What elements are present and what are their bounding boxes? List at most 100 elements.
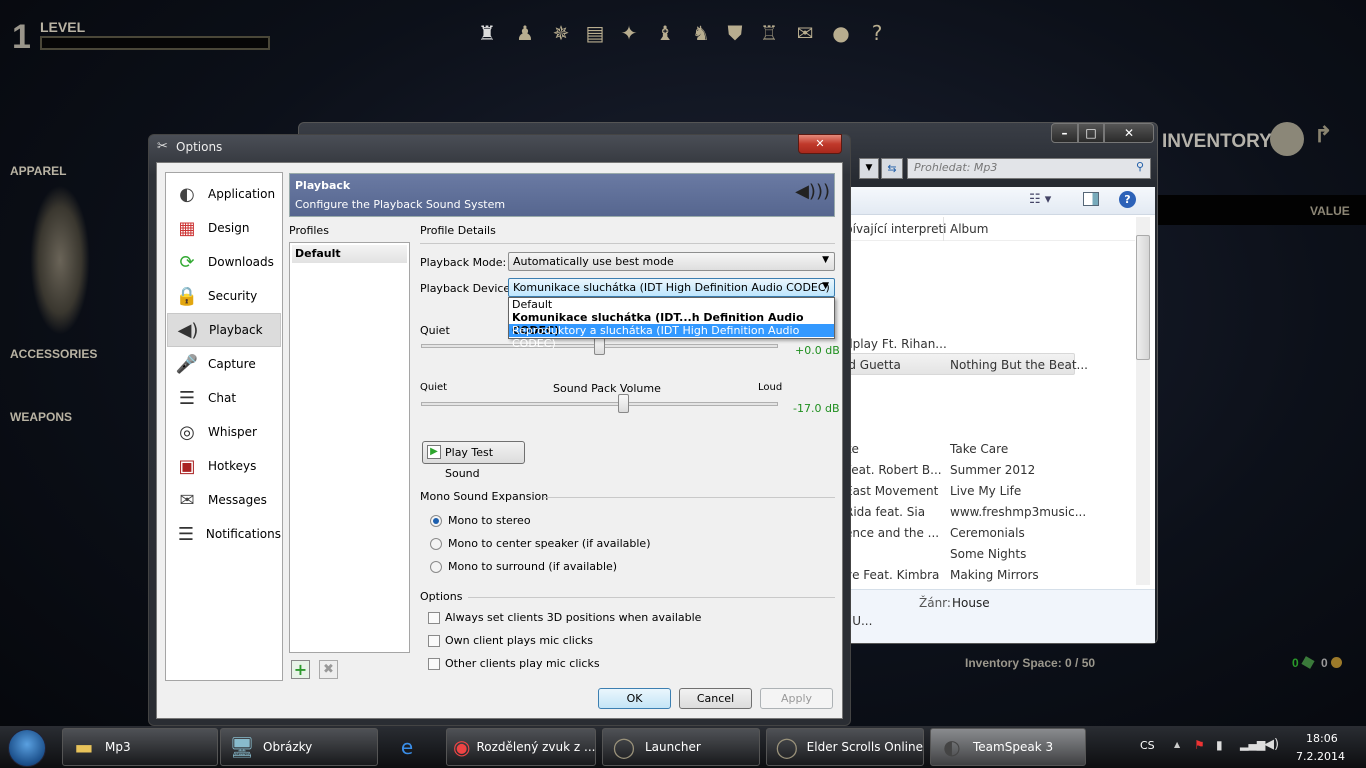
guild-icon[interactable]: ⛊	[722, 20, 748, 46]
view-options-icon[interactable]: ☷ ▾	[1029, 192, 1051, 207]
radio-mono-to-center-label[interactable]: Mono to center speaker (if available)	[448, 537, 651, 550]
help-icon[interactable]: ?	[1119, 191, 1136, 208]
sidebar-item-label: Playback	[209, 323, 263, 337]
checkbox-own-mic-clicks[interactable]	[428, 635, 440, 647]
value-column-header[interactable]: VALUE	[1310, 204, 1350, 218]
taskbar-item[interactable]: e	[386, 728, 440, 766]
skills-icon[interactable]: ✵	[548, 20, 574, 46]
column-header-artists[interactable]: pívající interpreti	[845, 222, 947, 236]
inventory-filter-icon[interactable]	[1270, 122, 1304, 156]
taskbar-item[interactable]: ◯ Elder Scrolls Online	[766, 728, 924, 766]
character-icon[interactable]: ♟	[512, 20, 538, 46]
sidebar-item-design[interactable]: ▦ Design	[167, 211, 281, 245]
checkbox-own-mic-clicks-label[interactable]: Own client plays mic clicks	[445, 634, 593, 647]
profiles-list: Default	[289, 242, 410, 653]
taskbar-item[interactable]: ◯ Launcher	[602, 728, 760, 766]
volume-quiet-label: Quiet	[420, 324, 450, 337]
sidebar-item-security[interactable]: 🔒 Security	[167, 279, 281, 313]
apply-button[interactable]: Apply	[760, 688, 833, 709]
playback-mode-label: Playback Mode:	[420, 256, 507, 269]
sidebar-item-downloads[interactable]: ⟳ Downloads	[167, 245, 281, 279]
action-center-icon[interactable]: ⚑	[1194, 738, 1205, 752]
sidebar-item-notifications[interactable]: ☰ Notifications	[167, 517, 281, 551]
playback-device-select[interactable]: Komunikace sluchátka (IDT High Definitio…	[508, 278, 835, 297]
help-icon[interactable]: ?	[864, 20, 890, 46]
refresh-button[interactable]: ⇆	[881, 158, 903, 179]
xp-bar	[40, 36, 270, 50]
ok-button[interactable]: OK	[598, 688, 671, 709]
file-row-album: www.freshmp3music...	[950, 505, 1087, 519]
sidebar-item-hotkeys[interactable]: ▣ Hotkeys	[167, 449, 281, 483]
add-profile-button[interactable]: +	[291, 660, 310, 679]
column-header-album[interactable]: Album	[950, 222, 988, 236]
checkbox-3d-positions[interactable]	[428, 612, 440, 624]
profile-item-default[interactable]: Default	[292, 245, 407, 263]
taskbar: ▬ Mp3 🖥 Obrázky e ◉ Rozdělený zvuk z ... ◯ Launc…	[0, 726, 1366, 768]
sound-pack-volume-slider[interactable]	[421, 402, 778, 406]
checkbox-3d-positions-label[interactable]: Always set clients 3D positions when ava…	[445, 611, 701, 624]
remove-profile-button[interactable]: ✖	[319, 660, 338, 679]
search-icon[interactable]: ⚲	[1136, 160, 1144, 173]
taskbar-item[interactable]: ◉ Rozdělený zvuk z ...	[446, 728, 596, 766]
language-indicator[interactable]: CS	[1140, 739, 1155, 752]
close-button[interactable]: ✕	[798, 134, 842, 154]
power-icon[interactable]: ▮	[1216, 738, 1223, 752]
sound-pack-slider-thumb[interactable]	[618, 394, 630, 413]
volume-icon[interactable]: ◀)	[1264, 737, 1279, 752]
taskbar-item[interactable]: ▬ Mp3	[62, 728, 218, 766]
alliance-icon[interactable]: ♝	[652, 20, 678, 46]
bag-icon[interactable]: ♜	[474, 20, 500, 46]
device-option-komunikace[interactable]: Komunikace sluchátka (IDT...h Definition…	[509, 311, 834, 337]
play-test-sound-button[interactable]: ▶ Play Test Sound	[422, 441, 525, 480]
clock-date[interactable]: 7.2.2014	[1296, 750, 1345, 763]
start-button[interactable]	[8, 729, 46, 767]
maximize-button[interactable]: □	[1078, 123, 1104, 143]
sidebar-item-label: Whisper	[208, 425, 257, 439]
back-arrow-icon[interactable]: ↱	[1314, 122, 1332, 148]
sidebar-item-playback[interactable]: ◀) Playback	[167, 313, 281, 347]
checkbox-other-mic-clicks[interactable]	[428, 658, 440, 670]
search-input[interactable]: Prohledat: Mp3 ⚲	[907, 158, 1151, 179]
history-dropdown-button[interactable]: ▼	[859, 158, 879, 179]
preview-pane-icon[interactable]	[1083, 192, 1099, 206]
sidebar-item-label: Application	[208, 187, 276, 201]
speaker-icon: ◀)	[177, 319, 199, 341]
apparel-heading: APPAREL	[10, 164, 67, 178]
show-hidden-icons[interactable]: ▲	[1174, 740, 1180, 749]
mail-icon[interactable]: ✉	[792, 20, 818, 46]
minimize-button[interactable]: –	[1051, 123, 1078, 143]
journal-icon[interactable]: ▤	[582, 20, 608, 46]
taskbar-item[interactable]: ◐ TeamSpeak 3	[930, 728, 1086, 766]
scrollbar[interactable]	[1136, 217, 1150, 585]
hotkeys-icon: ▣	[178, 455, 196, 477]
campaign-icon[interactable]: ♖	[756, 20, 782, 46]
map-icon[interactable]: ✦	[616, 20, 642, 46]
sidebar-item-application[interactable]: ◐ Application	[167, 177, 281, 211]
group-icon[interactable]: ♞	[688, 20, 714, 46]
sidebar-item-whisper[interactable]: ◎ Whisper	[167, 415, 281, 449]
security-icon: 🔒	[175, 285, 199, 307]
chat-icon[interactable]: ●	[828, 20, 854, 46]
ie-icon: e	[400, 735, 414, 759]
device-option-default[interactable]: Default	[509, 298, 834, 311]
network-icon[interactable]: ▂▄▆	[1240, 738, 1265, 751]
scrollbar-thumb[interactable]	[1136, 235, 1150, 360]
device-option-reproduktory[interactable]: Reproduktory a sluchátka (IDT High Defin…	[509, 324, 834, 350]
checkbox-other-mic-clicks-label[interactable]: Other clients play mic clicks	[445, 657, 600, 670]
file-row-artist: Rida feat. Sia	[845, 505, 926, 519]
close-button[interactable]: ✕	[1104, 123, 1154, 143]
taskbar-item[interactable]: 🖥 Obrázky	[220, 728, 378, 766]
radio-mono-to-stereo-label[interactable]: Mono to stereo	[448, 514, 531, 527]
sidebar-item-messages[interactable]: ✉ Messages	[167, 483, 281, 517]
sidebar-item-capture[interactable]: 🎤 Capture	[167, 347, 281, 381]
radio-mono-to-center[interactable]	[430, 538, 442, 550]
playback-mode-select[interactable]: Automatically use best mode ▼	[508, 252, 835, 271]
sidebar-item-label: Notifications	[205, 527, 281, 541]
radio-mono-to-stereo[interactable]	[430, 515, 442, 527]
level-number: 1	[12, 18, 31, 56]
cancel-button[interactable]: Cancel	[679, 688, 752, 709]
radio-mono-to-surround[interactable]	[430, 561, 442, 573]
clock-time[interactable]: 18:06	[1306, 732, 1338, 745]
sidebar-item-chat[interactable]: ☰ Chat	[167, 381, 281, 415]
radio-mono-to-surround-label[interactable]: Mono to surround (if available)	[448, 560, 617, 573]
